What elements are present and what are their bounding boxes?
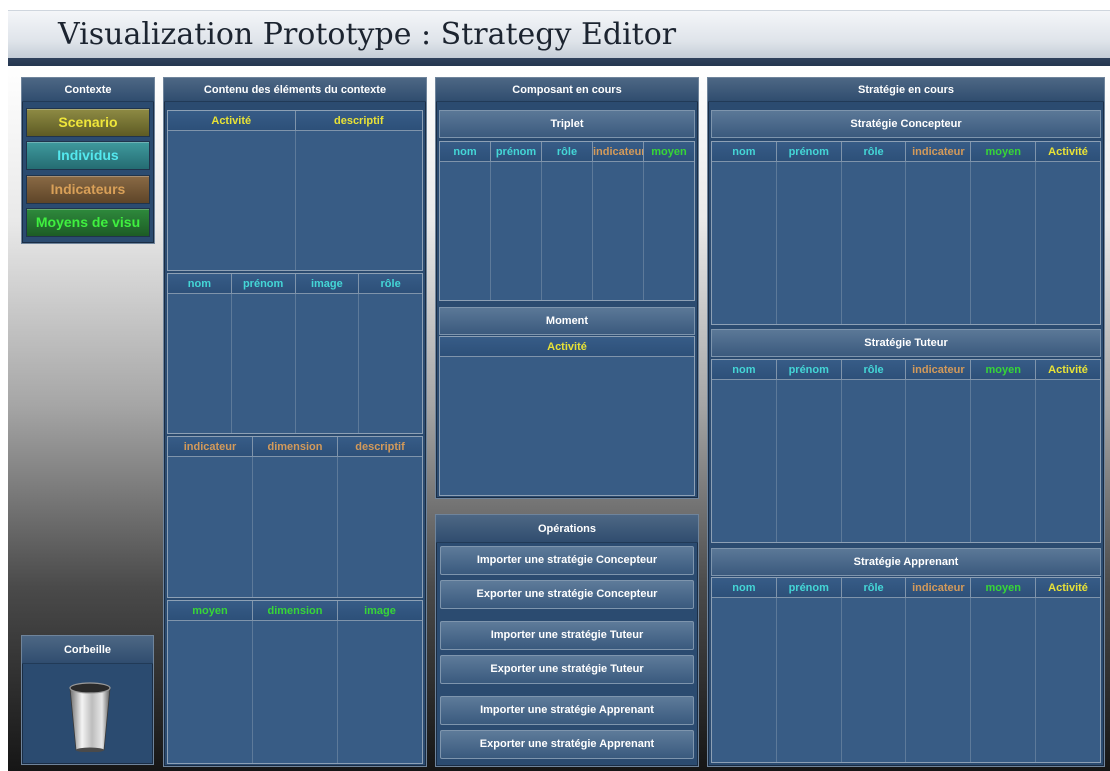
- column-header-nom[interactable]: nom: [168, 274, 232, 294]
- indicateurs-table[interactable]: indicateur dimension descriptif: [167, 436, 423, 598]
- column-header-nom[interactable]: nom: [712, 360, 777, 380]
- column-header-moyen[interactable]: moyen: [971, 578, 1037, 598]
- column-header-indicateur[interactable]: indicateur: [906, 578, 972, 598]
- import-concepteur-button[interactable]: Importer une stratégie Concepteur: [440, 546, 694, 575]
- column-header-moyen[interactable]: moyen: [168, 601, 253, 621]
- export-apprenant-button[interactable]: Exporter une stratégie Apprenant: [440, 730, 694, 759]
- composant-panel: Composant en cours Triplet nom prénom rô…: [435, 77, 699, 499]
- column-header-image[interactable]: image: [338, 601, 422, 621]
- moyens-table[interactable]: moyen dimension image: [167, 600, 423, 764]
- moment-header: Moment: [439, 307, 695, 335]
- column-header-moyen[interactable]: moyen: [644, 142, 694, 162]
- triplet-header: Triplet: [439, 110, 695, 138]
- column-header-prenom[interactable]: prénom: [776, 360, 842, 380]
- contenu-panel: Contenu des éléments du contexte Activit…: [163, 77, 427, 767]
- column-header-descriptif[interactable]: descriptif: [295, 111, 422, 131]
- column-header-image[interactable]: image: [295, 274, 360, 294]
- contenu-title: Contenu des éléments du contexte: [164, 78, 426, 102]
- title-bar-strip: [8, 58, 1110, 66]
- column-header-nom[interactable]: nom: [712, 142, 777, 162]
- moment-table[interactable]: Activité: [439, 336, 695, 496]
- moyens-de-visu-button[interactable]: Moyens de visu: [26, 208, 150, 237]
- strategie-tuteur-table[interactable]: nom prénom rôle indicateur moyen Activit…: [711, 359, 1101, 543]
- column-header-indicateur[interactable]: indicateur: [168, 437, 253, 457]
- column-header-moyen[interactable]: moyen: [971, 142, 1037, 162]
- corbeille-panel[interactable]: Corbeille: [21, 635, 154, 765]
- column-header-prenom[interactable]: prénom: [776, 142, 842, 162]
- workspace: Contexte Scenario Individus Indicateurs …: [8, 66, 1110, 771]
- corbeille-title: Corbeille: [22, 636, 153, 664]
- column-header-role[interactable]: rôle: [359, 274, 422, 294]
- column-header-role[interactable]: rôle: [542, 142, 593, 162]
- column-header-descriptif[interactable]: descriptif: [338, 437, 422, 457]
- strategie-title: Stratégie en cours: [708, 78, 1104, 102]
- operations-title: Opérations: [436, 515, 698, 543]
- column-header-activite[interactable]: Activité: [440, 337, 694, 357]
- import-apprenant-button[interactable]: Importer une stratégie Apprenant: [440, 696, 694, 725]
- export-tuteur-button[interactable]: Exporter une stratégie Tuteur: [440, 655, 694, 684]
- column-header-moyen[interactable]: moyen: [971, 360, 1037, 380]
- contexte-panel: Contexte Scenario Individus Indicateurs …: [21, 77, 155, 244]
- column-header-dimension[interactable]: dimension: [253, 601, 338, 621]
- column-header-indicateur[interactable]: indicateur: [906, 142, 972, 162]
- window-title: Visualization Prototype : Strategy Edito…: [58, 17, 677, 52]
- column-header-prenom[interactable]: prénom: [491, 142, 542, 162]
- column-header-indicateur[interactable]: indicateur: [906, 360, 972, 380]
- column-header-activite[interactable]: Activité: [168, 111, 296, 131]
- strategie-panel: Stratégie en cours Stratégie Concepteur …: [707, 77, 1105, 767]
- column-header-nom[interactable]: nom: [712, 578, 777, 598]
- strategie-concepteur-header: Stratégie Concepteur: [711, 110, 1101, 138]
- column-header-activite[interactable]: Activité: [1036, 578, 1100, 598]
- strategie-tuteur-header: Stratégie Tuteur: [711, 329, 1101, 357]
- individus-table[interactable]: nom prénom image rôle: [167, 273, 423, 434]
- column-header-indicateur[interactable]: indicateur: [593, 142, 644, 162]
- composant-title: Composant en cours: [436, 78, 698, 102]
- strategie-apprenant-table[interactable]: nom prénom rôle indicateur moyen Activit…: [711, 577, 1101, 763]
- contexte-title: Contexte: [22, 78, 154, 102]
- column-header-dimension[interactable]: dimension: [253, 437, 338, 457]
- strategie-concepteur-table[interactable]: nom prénom rôle indicateur moyen Activit…: [711, 141, 1101, 325]
- column-header-prenom[interactable]: prénom: [231, 274, 296, 294]
- operations-panel: Opérations Importer une stratégie Concep…: [435, 514, 699, 767]
- strategie-apprenant-header: Stratégie Apprenant: [711, 548, 1101, 576]
- activite-table[interactable]: Activité descriptif: [167, 110, 423, 271]
- import-tuteur-button[interactable]: Importer une stratégie Tuteur: [440, 621, 694, 650]
- title-bar: Visualization Prototype : Strategy Edito…: [8, 10, 1110, 66]
- indicateurs-button[interactable]: Indicateurs: [26, 175, 150, 204]
- column-header-nom[interactable]: nom: [440, 142, 491, 162]
- trash-can-icon[interactable]: [68, 682, 112, 752]
- individus-button[interactable]: Individus: [26, 141, 150, 170]
- column-header-prenom[interactable]: prénom: [776, 578, 842, 598]
- triplet-table[interactable]: nom prénom rôle indicateur moyen: [439, 141, 695, 301]
- column-header-activite[interactable]: Activité: [1036, 142, 1100, 162]
- column-header-role[interactable]: rôle: [841, 578, 907, 598]
- scenario-button[interactable]: Scenario: [26, 108, 150, 137]
- export-concepteur-button[interactable]: Exporter une stratégie Concepteur: [440, 580, 694, 609]
- column-header-role[interactable]: rôle: [841, 360, 907, 380]
- column-header-activite[interactable]: Activité: [1036, 360, 1100, 380]
- column-header-role[interactable]: rôle: [841, 142, 907, 162]
